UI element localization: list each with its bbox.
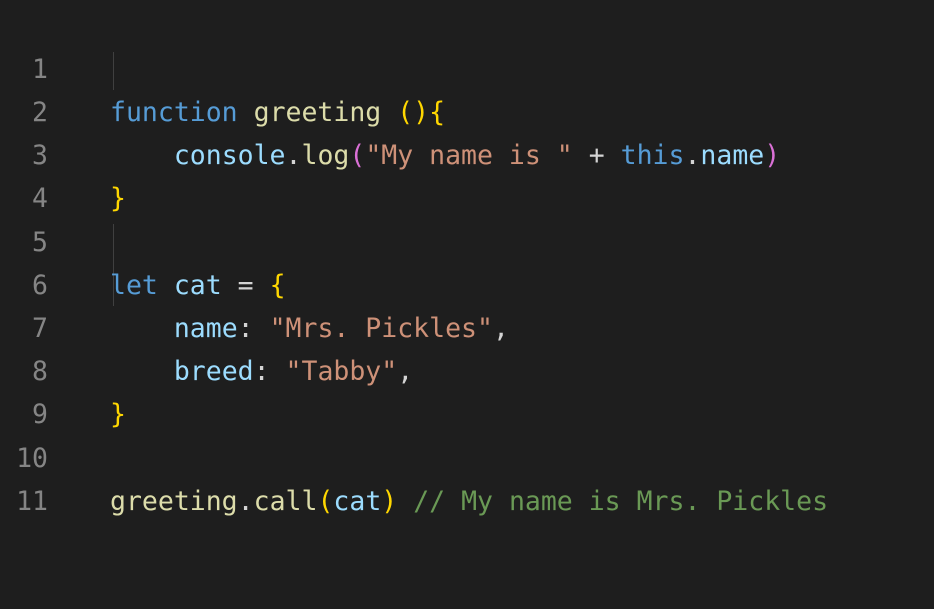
code-line[interactable]: 9 <box>0 350 934 430</box>
comment-token: // My name is Mrs. Pickles <box>413 486 829 517</box>
code-line[interactable]: 5 let cat = { <box>0 178 934 301</box>
code-line[interactable]: 1 function greeting (){ <box>0 5 934 128</box>
code-line[interactable]: 7 breed: "Tabby", <box>0 264 934 387</box>
code-line[interactable]: 6 name: "Mrs. Pickles", <box>0 221 934 344</box>
function-token: call <box>253 486 318 517</box>
code-line[interactable]: 2 console.log("My name is " + this.name) <box>0 48 934 171</box>
code-line[interactable]: 10 greeting.call(cat) // My name is Mrs.… <box>0 394 934 517</box>
punctuation-token: . <box>237 486 254 517</box>
code-line[interactable]: 3 } <box>0 91 934 214</box>
variable-token: cat <box>333 486 382 517</box>
code-line[interactable]: 11 <box>0 437 934 517</box>
code-editor[interactable]: 1 function greeting (){ 2 console.log("M… <box>0 0 934 517</box>
bracket-token: ) <box>381 486 398 517</box>
bracket-token: ( <box>317 486 334 517</box>
code-text[interactable]: greeting.call(cat) // My name is Mrs. Pi… <box>110 480 828 523</box>
line-number: 11 <box>16 486 48 517</box>
code-line[interactable]: 8 } <box>0 307 934 430</box>
function-token: greeting <box>110 486 238 517</box>
code-line[interactable]: 4 <box>0 134 934 214</box>
